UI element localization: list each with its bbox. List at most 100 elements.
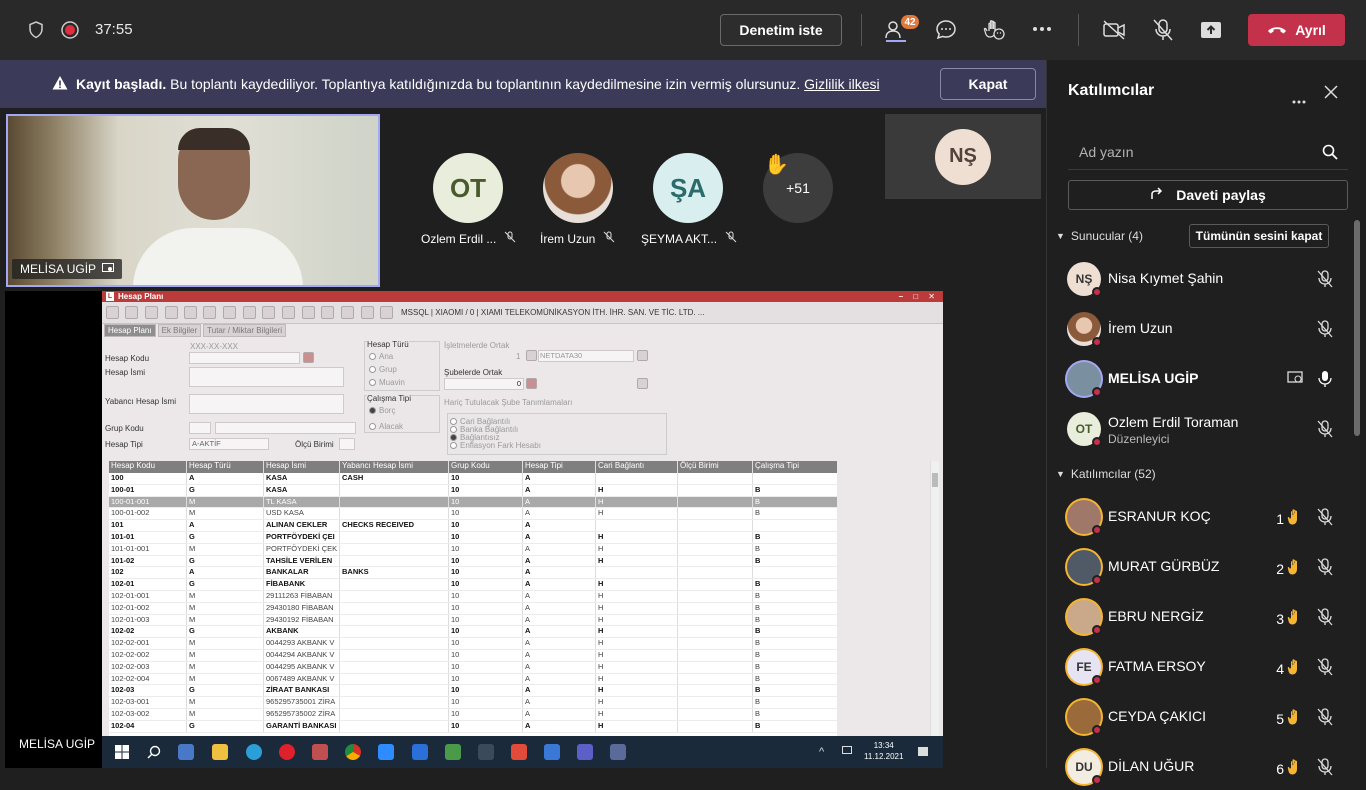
toolbar-user-icon[interactable] bbox=[262, 306, 275, 319]
table-row[interactable]: 102-02-004 M 0067489 AKBANK V 10 A H B bbox=[109, 673, 837, 686]
mute-all-button[interactable]: Tümünün sesini kapat bbox=[1189, 224, 1329, 248]
col-cari[interactable]: Cari Bağlantı bbox=[596, 461, 678, 473]
todo-icon[interactable] bbox=[412, 744, 428, 760]
hesap-ismi-input[interactable] bbox=[189, 367, 344, 387]
privacy-link[interactable]: Gizlilik ilkesi bbox=[804, 76, 879, 92]
col-hesap-tipi[interactable]: Hesap Tipi bbox=[523, 461, 596, 473]
calculator-icon[interactable] bbox=[178, 744, 194, 760]
attendee-row[interactable]: CEYDA ÇAKICI 5 bbox=[1067, 696, 1347, 740]
attendee-row[interactable]: MURAT GÜRBÜZ 2 bbox=[1067, 546, 1347, 590]
isletme-list-icon[interactable] bbox=[637, 350, 648, 361]
share-screen-icon[interactable] bbox=[1199, 19, 1223, 41]
toolbar-delete-icon[interactable] bbox=[223, 306, 236, 319]
grup-kodu-input[interactable] bbox=[189, 422, 211, 434]
table-row[interactable]: 102-01-001 M 29111263 FİBABAN 10 A H B bbox=[109, 590, 837, 603]
toolbar-last-icon[interactable] bbox=[165, 306, 178, 319]
opera-icon[interactable] bbox=[279, 744, 295, 760]
table-row[interactable]: 102-04 G GARANTİ BANKASI 10 A H B bbox=[109, 720, 837, 733]
radio-ana[interactable]: Ana bbox=[369, 352, 393, 361]
yabanci-hesap-input[interactable] bbox=[189, 394, 344, 414]
table-row[interactable]: 100-01-002 M USD KASA 10 A H B bbox=[109, 508, 837, 521]
chat-icon[interactable] bbox=[934, 18, 958, 42]
toolbar-new-icon[interactable] bbox=[184, 306, 197, 319]
network-icon[interactable] bbox=[842, 746, 852, 754]
panel-more-icon[interactable] bbox=[1292, 91, 1306, 109]
presenter-row[interactable]: OT Ozlem Erdil Toraman Düzenleyici bbox=[1067, 408, 1347, 452]
request-control-button[interactable]: Denetim iste bbox=[720, 14, 842, 46]
hesap-kodu-input[interactable] bbox=[189, 352, 300, 364]
avatar-irem-photo[interactable] bbox=[543, 153, 613, 223]
file-explorer-icon[interactable] bbox=[212, 744, 228, 760]
active-speaker-video[interactable]: MELİSA UGİP bbox=[6, 114, 380, 287]
tab-tutar-miktar[interactable]: Tutar / Miktar Bilgileri bbox=[203, 324, 286, 337]
col-grup-kodu[interactable]: Grup Kodu bbox=[449, 461, 523, 473]
toolbar-copy-icon[interactable] bbox=[302, 306, 315, 319]
excel-icon[interactable] bbox=[445, 744, 461, 760]
table-row[interactable]: 102-03 G ZİRAAT BANKASI 10 A H B bbox=[109, 685, 837, 698]
table-row[interactable]: 102-02 G AKBANK 10 A H B bbox=[109, 626, 837, 639]
sube-lookup-icon[interactable] bbox=[526, 378, 537, 389]
table-row[interactable]: 102-03-001 M 965295735001 ZİRA 10 A H B bbox=[109, 697, 837, 709]
sube-field[interactable]: 0 bbox=[444, 378, 524, 390]
anydesk-icon[interactable] bbox=[511, 744, 527, 760]
grid-scroll-thumb[interactable] bbox=[932, 473, 938, 487]
attendee-row[interactable]: DU DİLAN UĞUR 6 bbox=[1067, 746, 1347, 790]
accounts-grid[interactable]: Hesap Kodu Hesap Türü Hesap İsmi Yabancı… bbox=[109, 461, 837, 736]
tray-chevron-icon[interactable]: ^ bbox=[819, 746, 824, 758]
presenters-header[interactable]: ▼ Sunucular (4) bbox=[1056, 229, 1143, 243]
table-row[interactable]: 102 A BANKALAR BANKS 10 A bbox=[109, 567, 837, 580]
leave-button[interactable]: Ayrıl bbox=[1248, 14, 1345, 46]
remote-desktop-icon[interactable] bbox=[478, 744, 494, 760]
toolbar-print-icon[interactable] bbox=[321, 306, 334, 319]
attendee-row[interactable]: ESRANUR KOÇ 1 bbox=[1067, 496, 1347, 540]
table-row[interactable]: 102-01 G FİBABANK 10 A H B bbox=[109, 579, 837, 591]
reactions-icon[interactable] bbox=[982, 18, 1006, 42]
table-row[interactable]: 100 A KASA CASH 10 A bbox=[109, 473, 837, 485]
panel-close-icon[interactable] bbox=[1324, 85, 1338, 104]
toolbar-save-icon[interactable] bbox=[203, 306, 216, 319]
share-invite-button[interactable]: Daveti paylaş bbox=[1068, 180, 1348, 210]
table-row[interactable]: 102-02-001 M 0044293 AKBANK V 10 A H B bbox=[109, 638, 837, 650]
presenter-row[interactable]: İrem Uzun bbox=[1067, 308, 1347, 352]
toolbar-edit-icon[interactable] bbox=[282, 306, 295, 319]
chrome-icon[interactable] bbox=[345, 744, 361, 760]
table-row[interactable]: 102-03-002 M 965295735002 ZİRA 10 A H B bbox=[109, 708, 837, 721]
toolbar-lock-icon[interactable] bbox=[361, 306, 374, 319]
col-hesap-kodu[interactable]: Hesap Kodu bbox=[109, 461, 187, 473]
radio-alacak[interactable]: Alacak bbox=[369, 422, 403, 431]
search-icon[interactable] bbox=[146, 744, 162, 760]
ns-participant-tile[interactable]: NŞ bbox=[885, 114, 1041, 199]
presenter-row[interactable]: MELİSA UGİP bbox=[1067, 358, 1347, 402]
camera-off-icon[interactable] bbox=[1102, 19, 1126, 41]
toolbar-list-icon[interactable] bbox=[380, 306, 393, 319]
table-row[interactable]: 102-02-002 M 0044294 AKBANK V 10 A H B bbox=[109, 649, 837, 662]
shared-screen[interactable]: L Hesap Planı – □ ✕ MSSQL | XIAOMI / 0 |… bbox=[5, 291, 943, 768]
radio-enflasyon[interactable]: Enflasyon Fark Hesabı bbox=[450, 441, 541, 450]
more-options-icon[interactable] bbox=[1032, 26, 1052, 32]
presenter-row[interactable]: NŞ Nisa Kıymet Şahin bbox=[1067, 258, 1347, 302]
toolbar-link-icon[interactable] bbox=[341, 306, 354, 319]
table-row[interactable]: 102-01-003 M 29430192 FİBABAN 10 A H B bbox=[109, 614, 837, 627]
col-olcu[interactable]: Ölçü Birimi bbox=[678, 461, 753, 473]
taskbar-clock[interactable]: 13:34 11.12.2021 bbox=[864, 740, 903, 762]
tab-hesap-plani[interactable]: Hesap Planı bbox=[104, 324, 156, 337]
table-row[interactable]: 101-01 G PORTFÖYDEKİ ÇEI 10 A H B bbox=[109, 531, 837, 544]
lookup-icon[interactable] bbox=[303, 352, 314, 363]
notifications-icon[interactable] bbox=[918, 747, 928, 756]
attendees-header[interactable]: ▼ Katılımcılar (52) bbox=[1056, 467, 1156, 481]
table-row[interactable]: 102-01-002 M 29430180 FİBABAN 10 A H B bbox=[109, 602, 837, 615]
hesap-tipi-select[interactable]: A-AKTİF bbox=[189, 438, 269, 450]
attendee-row[interactable]: EBRU NERGİZ 3 bbox=[1067, 596, 1347, 640]
windows-start-icon[interactable] bbox=[114, 744, 130, 760]
col-hesap-ismi[interactable]: Hesap İsmi bbox=[264, 461, 340, 473]
col-hesap-turu[interactable]: Hesap Türü bbox=[187, 461, 264, 473]
grid-scrollbar[interactable] bbox=[930, 461, 939, 736]
avatar-ozlem[interactable]: OT bbox=[433, 153, 503, 223]
radio-grup[interactable]: Grup bbox=[369, 365, 397, 374]
panel-scrollbar[interactable] bbox=[1354, 220, 1360, 436]
toolbar-folder-icon[interactable] bbox=[243, 306, 256, 319]
table-row[interactable]: 102-02-003 M 0044295 AKBANK V 10 A H B bbox=[109, 661, 837, 674]
olcu-birimi-input[interactable] bbox=[339, 438, 355, 450]
table-row[interactable]: 101-02 G TAHSİLE VERİLEN 10 A H B bbox=[109, 555, 837, 568]
attendee-row[interactable]: FE FATMA ERSOY 4 bbox=[1067, 646, 1347, 690]
